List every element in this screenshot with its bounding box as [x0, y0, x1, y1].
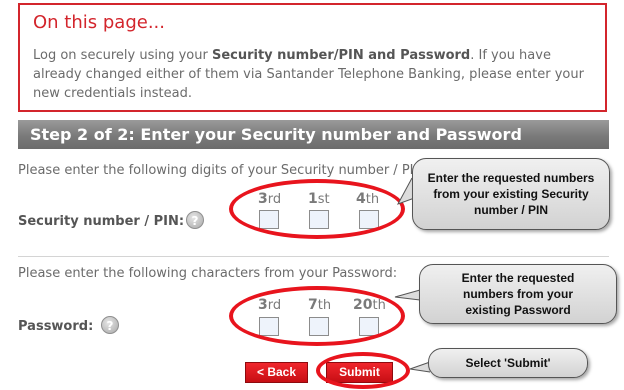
position-suffix: rd — [267, 298, 282, 313]
position-suffix: st — [317, 192, 330, 207]
security-digit-input-1[interactable] — [259, 210, 279, 229]
help-icon[interactable]: ? — [101, 316, 119, 334]
password-char-input-2[interactable] — [309, 317, 329, 336]
security-digit-input-2[interactable] — [309, 210, 329, 229]
info-text: Log on securely using your Security numb… — [33, 46, 595, 103]
password-char-input-1[interactable] — [259, 317, 279, 336]
security-position-1: 3rd — [258, 191, 281, 207]
security-instruction: Please enter the following digits of you… — [18, 163, 428, 178]
password-position-1: 3rd — [258, 297, 281, 313]
callout-tail-submit — [409, 361, 431, 373]
password-position-3: 20th — [353, 297, 386, 313]
step-header: Step 2 of 2: Enter your Security number … — [18, 120, 609, 149]
position-suffix: th — [365, 192, 380, 207]
security-digit-input-3[interactable] — [359, 210, 379, 229]
info-text-start: Log on securely using your — [33, 48, 212, 63]
callout-tail-password — [394, 289, 421, 301]
security-label: Security number / PIN: — [18, 214, 185, 229]
callout-security: Enter the requested numbers from your ex… — [412, 158, 610, 230]
position-number: 3 — [258, 297, 268, 313]
position-suffix: rd — [267, 192, 282, 207]
position-number: 7 — [308, 297, 318, 313]
callout-password: Enter the requested numbers from your ex… — [419, 264, 617, 324]
back-button[interactable]: < Back — [245, 362, 308, 383]
password-char-input-3[interactable] — [359, 317, 379, 336]
password-position-2: 7th — [308, 297, 331, 313]
highlight-ellipse-security — [229, 179, 405, 239]
info-title: On this page... — [33, 12, 165, 33]
position-number: 20 — [353, 297, 373, 313]
position-number: 1 — [308, 191, 318, 207]
section-divider — [18, 256, 609, 257]
password-instruction: Please enter the following characters fr… — [18, 266, 398, 281]
security-position-2: 1st — [308, 191, 330, 207]
position-suffix: th — [317, 298, 332, 313]
highlight-ellipse-password — [229, 286, 405, 346]
info-box: On this page... Log on securely using yo… — [18, 3, 607, 112]
callout-submit: Select 'Submit' — [428, 348, 588, 378]
position-number: 3 — [258, 191, 268, 207]
security-position-3: 4th — [356, 191, 379, 207]
position-number: 4 — [356, 191, 366, 207]
help-icon[interactable]: ? — [186, 211, 204, 229]
submit-button[interactable]: Submit — [326, 362, 393, 383]
password-label: Password: — [18, 319, 94, 334]
position-suffix: th — [372, 298, 386, 313]
info-text-bold: Security number/PIN and Password — [211, 48, 471, 63]
